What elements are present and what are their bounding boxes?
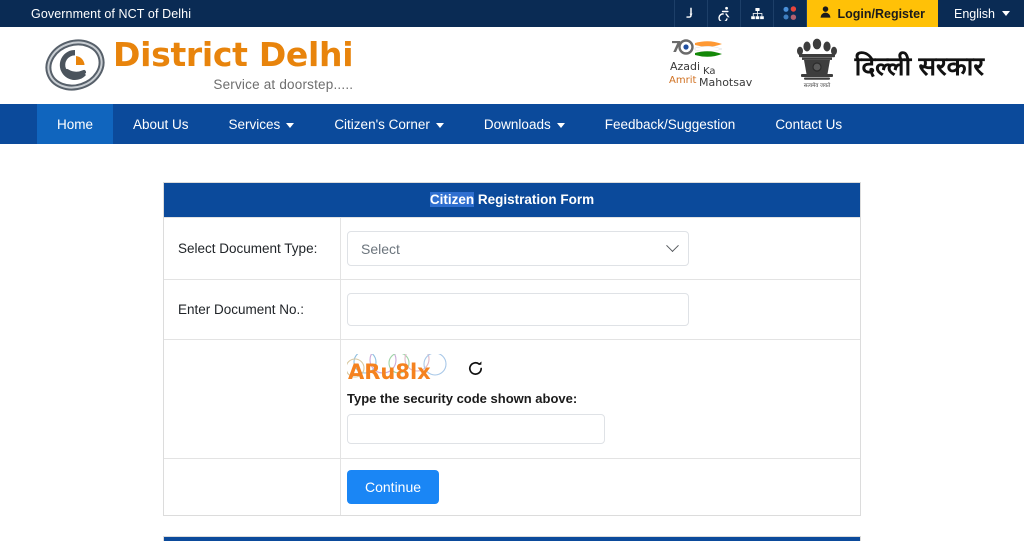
form-title: Citizen Registration Form — [164, 183, 860, 217]
form-title-selected-word: Citizen — [429, 192, 475, 207]
nav-item-contact-us[interactable]: Contact Us — [755, 104, 862, 144]
site-header: District Delhi Service at doorstep..... … — [0, 27, 1024, 104]
govt-label: Government of NCT of Delhi — [31, 6, 192, 21]
form-row-document-number: Enter Document No.: — [164, 279, 860, 339]
sitemap-icon[interactable] — [740, 0, 773, 27]
login-register-button[interactable]: Login/Register — [806, 0, 938, 27]
accessibility-icon[interactable] — [707, 0, 740, 27]
document-number-input[interactable] — [347, 293, 689, 326]
nav-label: Services — [228, 116, 281, 132]
chevron-down-icon — [286, 122, 295, 128]
brand-tagline: Service at doorstep..... — [213, 77, 354, 93]
chevron-down-icon — [435, 122, 444, 128]
language-label: English — [954, 6, 995, 21]
nav-item-citizens-corner[interactable]: Citizen's Corner — [314, 104, 464, 144]
main-navigation: Home About Us Services Citizen's Corner … — [0, 104, 1024, 144]
nav-label: Contact Us — [775, 116, 843, 132]
continue-button[interactable]: Continue — [347, 470, 440, 504]
nav-label: Home — [57, 116, 94, 132]
document-type-label: Select Document Type: — [164, 218, 341, 279]
user-icon — [820, 6, 831, 21]
login-register-label: Login/Register — [837, 6, 925, 21]
captcha-input[interactable] — [347, 414, 605, 444]
document-number-label: Enter Document No.: — [164, 280, 341, 339]
document-type-select[interactable]: Select — [347, 231, 689, 266]
submit-field-cell: Continue — [341, 459, 860, 515]
skip-to-content-icon[interactable] — [674, 0, 707, 27]
guidelines-title: Guidelines for online registration: — [164, 537, 860, 541]
form-title-rest: Registration Form — [474, 192, 595, 207]
svg-text:Mahotsav: Mahotsav — [699, 76, 753, 89]
header-logos: 7 Azadi Ka Amrit Mahotsav सत्यमेव जयते द… — [669, 34, 984, 97]
nav-item-about-us[interactable]: About Us — [113, 104, 209, 144]
svg-text:Azadi: Azadi — [670, 60, 700, 73]
form-row-captcha: ARu8lx Type the security code shown abov… — [164, 339, 860, 458]
captcha-prompt: Type the security code shown above: — [347, 391, 578, 406]
captcha-top: ARu8lx — [347, 354, 860, 384]
ashoka-emblem-icon: सत्यमेव जयते — [793, 34, 841, 97]
nav-item-downloads[interactable]: Downloads — [464, 104, 585, 144]
chevron-down-icon — [556, 122, 565, 128]
nav-label: Downloads — [483, 116, 551, 132]
form-row-submit: Continue — [164, 458, 860, 515]
brand-logo[interactable]: District Delhi Service at doorstep..... — [45, 35, 354, 93]
document-type-selected-value: Select — [361, 240, 400, 257]
nav-item-services[interactable]: Services — [209, 104, 315, 144]
nav-item-feedback-suggestion[interactable]: Feedback/Suggestion — [585, 104, 756, 144]
citizen-registration-form-panel: Citizen Registration Form Select Documen… — [163, 182, 861, 516]
captcha-field-cell: ARu8lx Type the security code shown abov… — [341, 340, 860, 458]
captcha-empty-label — [164, 340, 341, 458]
nav-label: About Us — [133, 116, 189, 132]
nav-label: Feedback/Suggestion — [604, 116, 736, 132]
main-content: Citizen Registration Form Select Documen… — [0, 144, 1024, 541]
document-number-field-cell — [341, 280, 860, 339]
svg-text:सत्यमेव जयते: सत्यमेव जयते — [803, 82, 830, 89]
top-utility-actions: Login/Register English — [674, 0, 1024, 27]
edistrict-emblem-icon — [45, 37, 107, 93]
delhi-government-text: दिल्ली सरकार — [854, 51, 984, 81]
delhi-government-logo: सत्यमेव जयते दिल्ली सरकार — [793, 34, 984, 97]
submit-empty-label — [164, 459, 341, 515]
form-row-document-type: Select Document Type: Select — [164, 217, 860, 279]
refresh-icon[interactable] — [467, 360, 484, 382]
color-theme-icon[interactable] — [773, 0, 806, 27]
nav-label: Citizen's Corner — [334, 116, 430, 132]
azadi-ka-amrit-mahotsav-logo: 7 Azadi Ka Amrit Mahotsav — [669, 36, 753, 94]
nav-item-home[interactable]: Home — [37, 104, 114, 144]
language-selector[interactable]: English — [938, 0, 1024, 27]
captcha-image: ARu8lx — [347, 354, 451, 384]
captcha-code-text: ARu8lx — [348, 360, 431, 384]
document-type-field-cell: Select — [341, 218, 860, 279]
svg-text:Amrit: Amrit — [669, 75, 696, 86]
chevron-down-icon — [666, 239, 679, 253]
brand-title: District Delhi — [113, 35, 354, 75]
top-utility-bar: Government of NCT of Delhi Login/Registe… — [0, 0, 1024, 27]
chevron-down-icon — [1002, 11, 1010, 16]
guidelines-panel: Guidelines for online registration: A va… — [163, 536, 861, 541]
